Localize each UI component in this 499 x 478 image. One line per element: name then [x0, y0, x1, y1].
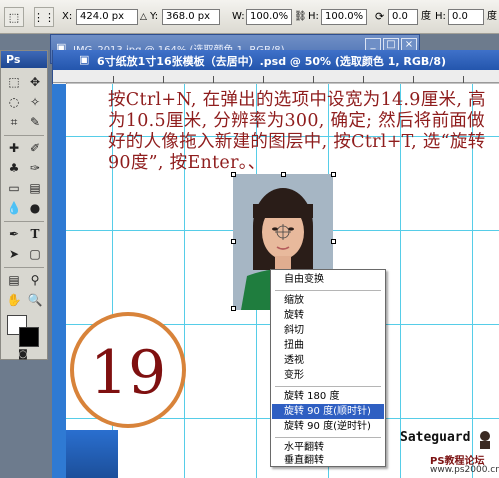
options-bar: ⬚ ⋮⋮ X: 424.0 px △ Y: 368.0 px W: 100.0%… — [0, 0, 499, 34]
healing-brush-icon[interactable]: ✚ — [4, 139, 24, 157]
menu-item-flip-horizontal[interactable]: 水平翻转 — [272, 440, 384, 455]
shape-tool-icon[interactable]: ▢ — [25, 245, 45, 263]
skew-unit: 度 — [487, 11, 497, 22]
skew-h-label: H: — [435, 11, 446, 22]
toolbox-panel: Ps ⬚ ✥ ◌ ✧ ⌗ ✎ ✚ ✐ ♣ ✑ ▭ ▤ 💧 ● ✒ T ➤ ▢ ▤… — [0, 50, 48, 360]
w-label: W: — [232, 11, 245, 22]
type-tool-icon[interactable]: T — [25, 225, 45, 243]
document-icon: ▣ — [79, 53, 90, 66]
move-tool-icon[interactable]: ✥ — [25, 73, 45, 91]
transform-tool-icon[interactable]: ⬚ — [4, 7, 24, 27]
rotate-angle-field[interactable]: 0.0 — [388, 9, 418, 25]
angle-unit: 度 — [421, 11, 431, 22]
x-position-field[interactable]: 424.0 px — [76, 9, 138, 25]
chain-link-icon[interactable]: ⛓ — [294, 9, 307, 25]
dodge-tool-icon[interactable]: ● — [25, 199, 45, 217]
y-label: Y: — [150, 11, 159, 22]
menu-item-rotate-180[interactable]: 旋转 180 度 — [272, 389, 384, 404]
photoshop-logo: Ps — [1, 51, 47, 68]
eraser-tool-icon[interactable]: ▭ — [4, 179, 24, 197]
menu-item-flip-vertical[interactable]: 垂直翻转 — [272, 454, 384, 467]
brush-tool-icon[interactable]: ✐ — [25, 139, 45, 157]
menu-item-rotate-90-cw[interactable]: 旋转 90 度(顺时针) — [272, 404, 384, 419]
menu-item-distort[interactable]: 扭曲 — [272, 338, 384, 353]
menu-item-skew[interactable]: 斜切 — [272, 323, 384, 338]
transform-handle[interactable] — [231, 239, 236, 244]
canvas-left-edge — [52, 84, 66, 478]
slice-tool-icon[interactable]: ✎ — [25, 113, 45, 131]
width-scale-field[interactable]: 100.0% — [246, 9, 292, 25]
crop-tool-icon[interactable]: ⌗ — [4, 113, 24, 131]
magic-wand-icon[interactable]: ✧ — [25, 93, 45, 111]
background-image-fragment — [66, 430, 118, 478]
site-watermark: Sateguard PS教程论坛 www.ps2000.cn — [398, 430, 499, 478]
gradient-tool-icon[interactable]: ▤ — [25, 179, 45, 197]
notes-tool-icon[interactable]: ▤ — [4, 271, 24, 289]
x-label: X: — [62, 11, 73, 22]
mascot-icon — [480, 431, 490, 449]
tutorial-instruction-text: 按Ctrl+N, 在弹出的选项中设宽为14.9厘米, 高为10.5厘米, 分辨率… — [108, 90, 486, 173]
watermark-signature: Sateguard — [400, 430, 471, 445]
active-window-title: 6寸纸放1寸16张模板（去居中）.psd @ 50% (选取颜色 1, RGB/… — [97, 55, 447, 68]
menu-item-rotate[interactable]: 旋转 — [272, 308, 384, 323]
quick-mask-icon[interactable]: ◙ — [13, 349, 33, 360]
transform-handle[interactable] — [231, 306, 236, 311]
transform-context-menu: 自由变换 缩放 旋转 斜切 扭曲 透视 变形 旋转 180 度 旋转 90 度(… — [270, 269, 386, 467]
eyedropper-icon[interactable]: ⚲ — [25, 271, 45, 289]
h-label: H: — [308, 11, 319, 22]
pen-tool-icon[interactable]: ✒ — [4, 225, 24, 243]
menu-item-scale[interactable]: 缩放 — [272, 293, 384, 308]
step-number: 19 — [89, 338, 167, 408]
clone-stamp-icon[interactable]: ♣ — [4, 159, 24, 177]
step-number-badge: 19 — [70, 312, 186, 428]
lasso-tool-icon[interactable]: ◌ — [4, 93, 24, 111]
y-position-field[interactable]: 368.0 px — [162, 9, 220, 25]
watermark-url: www.ps2000.cn — [430, 465, 499, 475]
menu-item-free-transform[interactable]: 自由变换 — [272, 272, 384, 287]
blur-tool-icon[interactable]: 💧 — [4, 199, 24, 217]
history-brush-icon[interactable]: ✑ — [25, 159, 45, 177]
horizontal-ruler — [53, 70, 499, 83]
marquee-tool-icon[interactable]: ⬚ — [4, 73, 24, 91]
path-selection-icon[interactable]: ➤ — [4, 245, 24, 263]
background-color-swatch[interactable] — [19, 327, 39, 347]
height-scale-field[interactable]: 100.0% — [321, 9, 367, 25]
zoom-tool-icon[interactable]: 🔍 — [25, 291, 45, 309]
rotate-icon: ⟳ — [375, 10, 385, 23]
menu-item-warp[interactable]: 变形 — [272, 368, 384, 383]
transform-handle[interactable] — [331, 239, 336, 244]
skew-h-field[interactable]: 0.0 — [448, 9, 484, 25]
reference-point-icon[interactable]: ⋮⋮ — [33, 7, 55, 27]
menu-item-perspective[interactable]: 透视 — [272, 353, 384, 368]
hand-tool-icon[interactable]: ✋ — [4, 291, 24, 309]
link-icon[interactable]: △ — [140, 9, 147, 25]
active-window-titlebar[interactable]: ▣ 6寸纸放1寸16张模板（去居中）.psd @ 50% (选取颜色 1, RG… — [53, 50, 499, 70]
menu-item-rotate-90-ccw[interactable]: 旋转 90 度(逆时针) — [272, 419, 384, 434]
